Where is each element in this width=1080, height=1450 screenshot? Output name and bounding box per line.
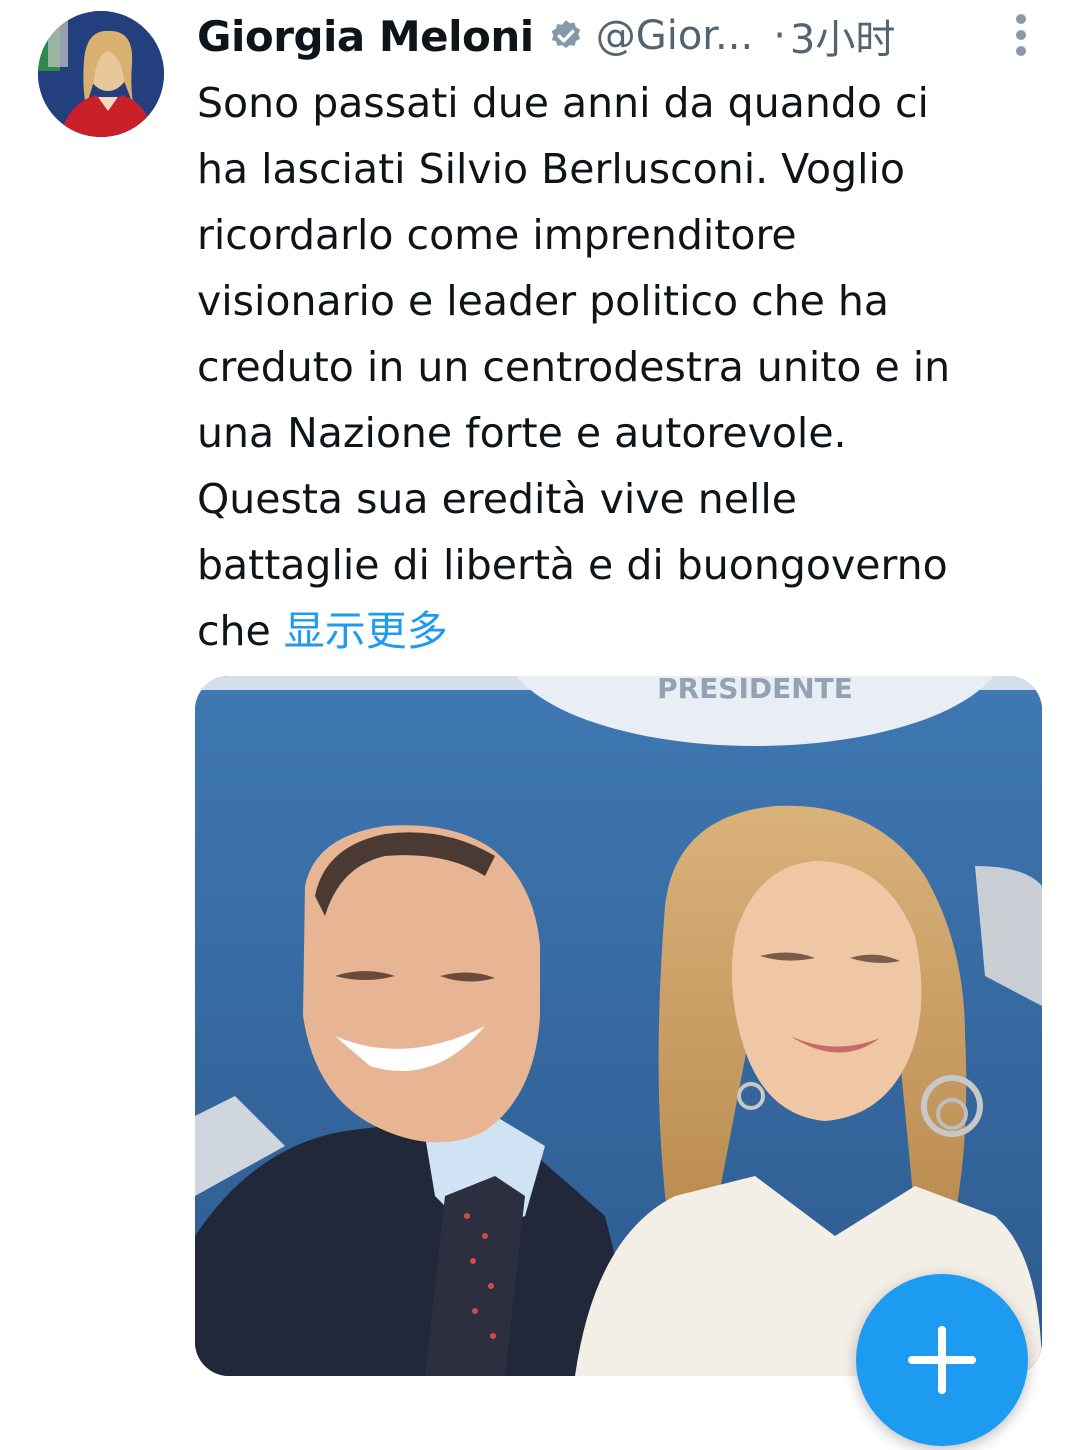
more-vertical-icon[interactable] <box>1014 12 1028 58</box>
timestamp[interactable]: 3小时 <box>790 7 895 65</box>
backdrop-text: PRESIDENTE <box>657 676 853 705</box>
tweet-body: Sono passati due anni da quando ci ha la… <box>197 79 951 655</box>
tweet-header: Giorgia Meloni @Gior... · 3小时 <box>197 6 1037 66</box>
tweet-media-photo[interactable]: PRESIDENTE <box>195 676 1042 1376</box>
verified-badge-icon <box>548 18 584 54</box>
separator-dot: · <box>773 13 786 59</box>
compose-plus-icon <box>908 1326 976 1394</box>
author-name[interactable]: Giorgia Meloni <box>197 12 534 61</box>
tweet-text: Sono passati due anni da quando ci ha la… <box>197 70 1057 664</box>
show-more-link[interactable]: 显示更多 <box>284 607 448 655</box>
author-handle[interactable]: @Gior... <box>596 13 754 59</box>
avatar-image <box>38 11 164 137</box>
photo-content: PRESIDENTE <box>195 676 1042 1376</box>
compose-button[interactable] <box>856 1274 1028 1446</box>
avatar[interactable] <box>38 11 164 137</box>
